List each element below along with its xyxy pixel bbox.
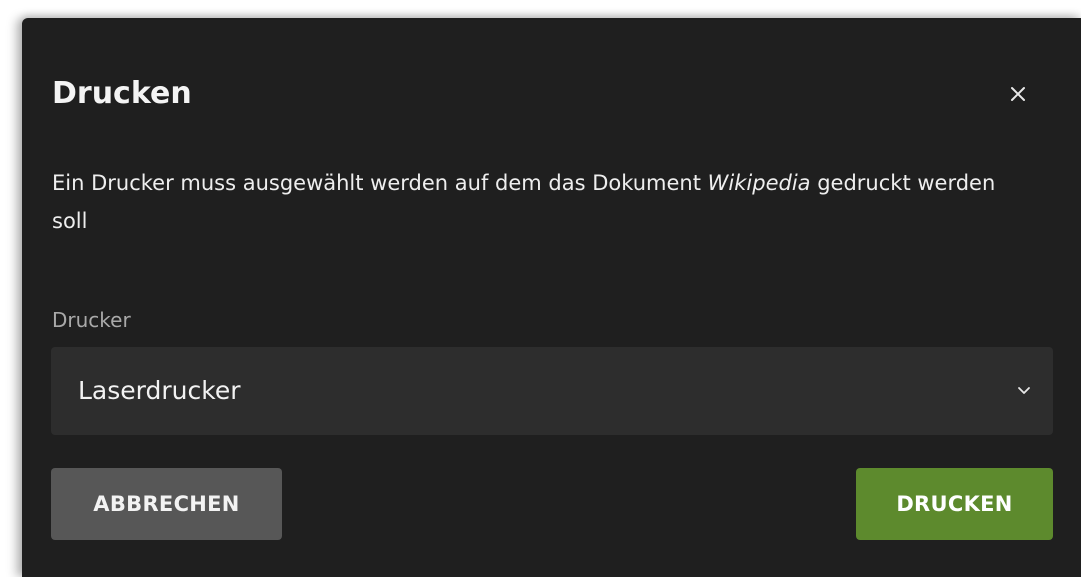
close-icon	[1011, 87, 1025, 101]
printer-selected-value: Laserdrucker	[78, 376, 241, 405]
cancel-button[interactable]: ABBRECHEN	[51, 468, 282, 540]
print-dialog: Drucken Ein Drucker muss ausgewählt werd…	[22, 18, 1081, 577]
print-button[interactable]: DRUCKEN	[856, 468, 1053, 540]
printer-select[interactable]: Laserdrucker	[51, 347, 1053, 435]
dialog-message: Ein Drucker muss ausgewählt werden auf d…	[52, 164, 1012, 240]
printer-label: Drucker	[52, 308, 131, 332]
dialog-title: Drucken	[52, 76, 192, 111]
chevron-down-icon	[1018, 387, 1030, 394]
message-text-start: Ein Drucker muss ausgewählt werden auf d…	[52, 171, 708, 195]
document-name: Wikipedia	[707, 171, 811, 195]
close-button[interactable]	[998, 74, 1038, 114]
